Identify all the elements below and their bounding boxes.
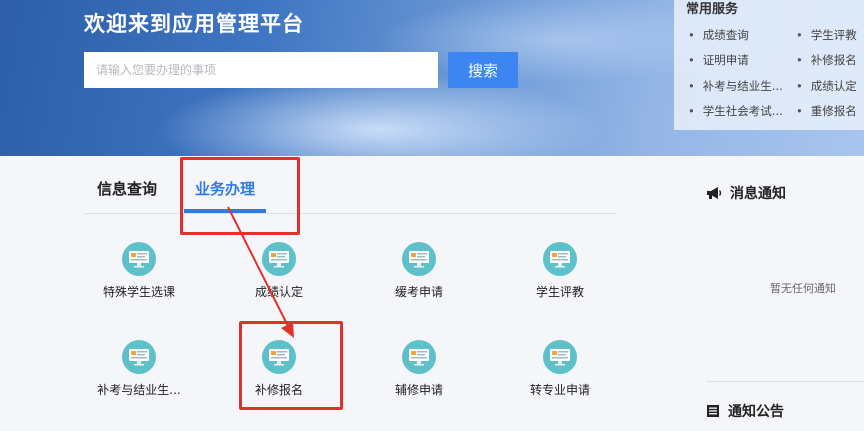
message-notice-label: 消息通知 [730,186,786,202]
monitor-icon [262,242,296,276]
monitor-icon [543,340,577,374]
business-panel: 信息查询 业务办理 特殊学生选课 成绩认定 缓考申请 学生评教 补考与结业生..… [84,156,616,431]
tile-label: 转专业申请 [529,383,590,397]
tile-major-transfer[interactable]: 转专业申请 [505,340,615,420]
tile-makeup-registration[interactable]: 补修报名 [224,340,334,420]
monitor-icon [402,340,436,374]
service-link-certificate-application[interactable]: 证明申请 [688,52,749,68]
service-link-student-evaluation[interactable]: 学生评教 [796,27,857,43]
announcement-label: 通知公告 [728,404,784,420]
tile-label: 成绩认定 [254,285,303,299]
tile-label: 辅修申请 [394,383,443,397]
monitor-icon [543,242,577,276]
common-services-title: 常用服务 [686,2,739,17]
document-list-icon [707,405,719,417]
tile-label: 特殊学生选课 [102,285,175,299]
service-link-resit-graduation[interactable]: 补考与结业生... [688,78,783,94]
monitor-icon [402,242,436,276]
tile-minor-application[interactable]: 辅修申请 [364,340,474,420]
search-input[interactable] [84,52,438,88]
service-link-social-exam[interactable]: 学生社会考试... [688,103,783,119]
notice-sidebar: 消息通知 暂无任何通知 通知公告 [706,156,864,431]
tile-label: 补考与结业生... [97,383,181,397]
tile-special-course-selection[interactable]: 特殊学生选课 [84,242,194,322]
tile-grade-recognition[interactable]: 成绩认定 [224,242,334,322]
tile-label: 补修报名 [254,383,303,397]
tile-label: 缓考申请 [394,285,443,299]
empty-notice-text: 暂无任何通知 [770,282,836,295]
monitor-icon [122,340,156,374]
sidebar-divider [706,381,864,382]
service-link-grade-recognition[interactable]: 成绩认定 [796,78,857,94]
monitor-icon [262,340,296,374]
search-button[interactable]: 搜索 [448,52,518,88]
tab-info-query[interactable]: 信息查询 [97,178,157,199]
tile-exam-deferral[interactable]: 缓考申请 [364,242,474,322]
monitor-icon [122,242,156,276]
service-link-makeup-registration[interactable]: 补修报名 [796,52,857,68]
tile-resit-graduation[interactable]: 补考与结业生... [84,340,194,420]
common-services-panel: 常用服务 成绩查询 学生评教 证明申请 补修报名 补考与结业生... 成绩认定 … [674,0,864,130]
announcement-title: 通知公告 [706,401,784,421]
message-notice-title: 消息通知 [706,183,786,203]
tab-business[interactable]: 业务办理 [195,178,255,199]
tile-student-evaluation[interactable]: 学生评教 [505,242,615,322]
hero-banner: 欢迎来到应用管理平台 搜索 常用服务 成绩查询 学生评教 证明申请 补修报名 补… [0,0,864,156]
megaphone-icon [707,187,722,199]
tab-bar: 信息查询 业务办理 [84,156,616,214]
tile-label: 学生评教 [535,285,584,299]
service-link-retake-registration[interactable]: 重修报名 [796,103,857,119]
page-title: 欢迎来到应用管理平台 [84,12,304,36]
active-tab-indicator [184,209,266,213]
service-link-grade-query[interactable]: 成绩查询 [688,27,749,43]
